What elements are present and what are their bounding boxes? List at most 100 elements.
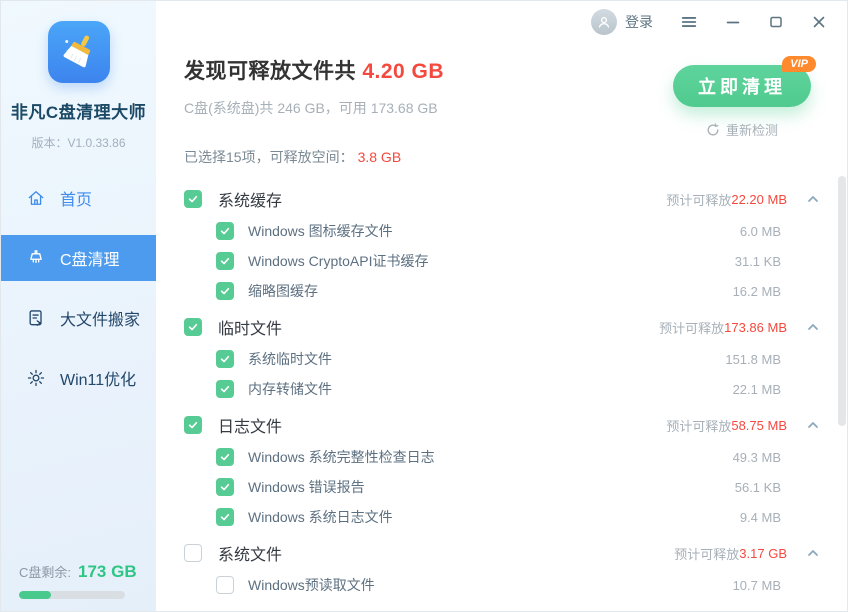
- redetect-label: 重新检测: [725, 123, 778, 138]
- disk-remaining-value: 173 GB: [78, 562, 137, 581]
- app-version: 版本：V1.0.33.86: [31, 136, 126, 150]
- close-button[interactable]: [811, 14, 827, 30]
- minimize-button[interactable]: [725, 14, 741, 30]
- disk-remaining-panel: C盘剩余: 173 GB: [19, 562, 142, 599]
- sidebar-item-win11-optimize[interactable]: Win11优化: [1, 355, 156, 401]
- disk-usage-bar: [19, 591, 125, 599]
- sidebar-item-big-file-move[interactable]: 大文件搬家: [1, 295, 156, 341]
- category-checkbox[interactable]: [184, 544, 202, 562]
- estimate-value: 58.75 MB: [731, 417, 787, 433]
- collapse-button[interactable]: [805, 191, 821, 207]
- app-title: 非凡C盘清理大师: [10, 103, 147, 122]
- estimate-label: 预计可释放: [659, 320, 725, 336]
- item-name: Windows CryptoAPI证书缓存: [248, 253, 429, 269]
- item-name: 缩略图缓存: [248, 283, 318, 299]
- chevron-up-icon: [808, 550, 818, 556]
- main-menu-button[interactable]: [680, 13, 698, 31]
- category-items: Windows预读取文件 10.7 MB: [184, 570, 821, 600]
- item-size: 56.1 KB: [734, 479, 781, 495]
- item-name: Windows 错误报告: [248, 479, 365, 495]
- cleanup-item-row: 内存转储文件 22.1 MB: [184, 374, 821, 404]
- redetect-button[interactable]: 重新检测: [706, 120, 778, 139]
- category-checkbox[interactable]: [184, 416, 202, 434]
- item-name: 内存转储文件: [248, 381, 332, 397]
- item-checkbox[interactable]: [216, 576, 234, 594]
- cleanup-item-row: Windows 系统完整性检查日志 49.3 MB: [184, 442, 821, 472]
- scan-summary-header: 发现可释放文件共 4.20 GB C盘(系统盘)共 246 GB，可用 173.…: [156, 43, 847, 139]
- collapse-button[interactable]: [805, 417, 821, 433]
- scrollbar-thumb[interactable]: [838, 176, 846, 426]
- collapse-button[interactable]: [805, 545, 821, 561]
- check-icon: [220, 513, 230, 521]
- file-move-icon: [29, 310, 42, 326]
- category-name: 日志文件: [218, 419, 283, 436]
- check-icon: [220, 355, 230, 363]
- releasable-total: 4.20 GB: [362, 60, 445, 83]
- gear-icon: [27, 369, 45, 387]
- close-icon: [813, 16, 825, 28]
- cleanup-item-row: Windows 图标缓存文件 6.0 MB: [184, 216, 821, 246]
- sidebar-item-c-drive-clean[interactable]: C盘清理: [1, 235, 156, 281]
- app-window: 非凡C盘清理大师 版本：V1.0.33.86 首页 C盘清理 大文件搬家 Win…: [0, 0, 848, 612]
- cleanup-item-row: 缩略图缓存 16.2 MB: [184, 276, 821, 306]
- sidebar-item-label: Win11优化: [60, 372, 137, 389]
- category-name: 系统缓存: [218, 193, 283, 210]
- sidebar-item-label: 大文件搬家: [60, 312, 141, 329]
- category-checkbox[interactable]: [184, 318, 202, 336]
- estimate-label: 预计可释放: [674, 546, 740, 562]
- item-size: 6.0 MB: [739, 223, 781, 239]
- item-size: 151.8 MB: [725, 351, 781, 367]
- category-items: Windows 图标缓存文件 6.0 MB Windows CryptoAPI证…: [184, 216, 821, 306]
- sidebar-item-home[interactable]: 首页: [1, 175, 156, 221]
- cleanup-category: 系统缓存 预计可释放 22.20 MB Windows 图标缓存文件 6.0 MB…: [184, 182, 821, 306]
- item-checkbox[interactable]: [216, 252, 234, 270]
- chevron-up-icon: [808, 324, 818, 330]
- check-icon: [188, 195, 198, 203]
- check-icon: [220, 453, 230, 461]
- estimate-value: 173.86 MB: [724, 319, 787, 335]
- cleanup-list: 系统缓存 预计可释放 22.20 MB Windows 图标缓存文件 6.0 MB…: [156, 182, 847, 600]
- estimate-label: 预计可释放: [666, 192, 732, 208]
- user-icon: [598, 17, 610, 28]
- item-size: 16.2 MB: [732, 283, 781, 299]
- item-checkbox[interactable]: [216, 380, 234, 398]
- collapse-button[interactable]: [805, 319, 821, 335]
- item-checkbox[interactable]: [216, 350, 234, 368]
- sidebar: 非凡C盘清理大师 版本：V1.0.33.86 首页 C盘清理 大文件搬家 Win…: [1, 1, 156, 611]
- category-row: 系统文件 预计可释放 3.17 GB: [184, 536, 821, 570]
- minimize-icon: [726, 21, 740, 24]
- item-size: 31.1 KB: [734, 253, 781, 269]
- check-icon: [220, 257, 230, 265]
- check-icon: [220, 483, 230, 491]
- check-icon: [220, 227, 230, 235]
- avatar[interactable]: [591, 9, 617, 35]
- item-checkbox[interactable]: [216, 478, 234, 496]
- refresh-icon: [707, 122, 719, 135]
- selection-summary-text: 已选择15项，可释放空间：: [184, 149, 354, 165]
- category-name: 临时文件: [218, 321, 283, 338]
- vip-badge: VIP: [782, 56, 816, 72]
- disk-capacity-subtitle: C盘(系统盘)共 246 GB，可用 173.68 GB: [184, 100, 438, 116]
- cleanup-category: 日志文件 预计可释放 58.75 MB Windows 系统完整性检查日志 49.…: [184, 408, 821, 532]
- cleanup-category: 临时文件 预计可释放 173.86 MB 系统临时文件 151.8 MB 内存转储…: [184, 310, 821, 404]
- cleanup-item-row: 系统临时文件 151.8 MB: [184, 344, 821, 374]
- item-checkbox[interactable]: [216, 282, 234, 300]
- estimate-value: 22.20 MB: [731, 191, 787, 207]
- hamburger-icon: [681, 17, 697, 27]
- category-row: 日志文件 预计可释放 58.75 MB: [184, 408, 821, 442]
- cleanup-item-row: Windows 系统日志文件 9.4 MB: [184, 502, 821, 532]
- item-name: Windows 系统日志文件: [248, 509, 393, 525]
- item-size: 49.3 MB: [732, 449, 781, 465]
- estimate-value: 3.17 GB: [739, 545, 787, 561]
- item-checkbox[interactable]: [216, 222, 234, 240]
- page-title: 发现可释放文件共 4.20 GB: [184, 55, 444, 85]
- maximize-button[interactable]: [768, 14, 784, 30]
- item-checkbox[interactable]: [216, 508, 234, 526]
- check-icon: [188, 323, 198, 331]
- category-name: 系统文件: [218, 547, 283, 564]
- login-button[interactable]: 登录: [625, 12, 653, 32]
- cleanup-item-row: Windows预读取文件 10.7 MB: [184, 570, 821, 600]
- item-checkbox[interactable]: [216, 448, 234, 466]
- chevron-up-icon: [808, 196, 818, 202]
- category-checkbox[interactable]: [184, 190, 202, 208]
